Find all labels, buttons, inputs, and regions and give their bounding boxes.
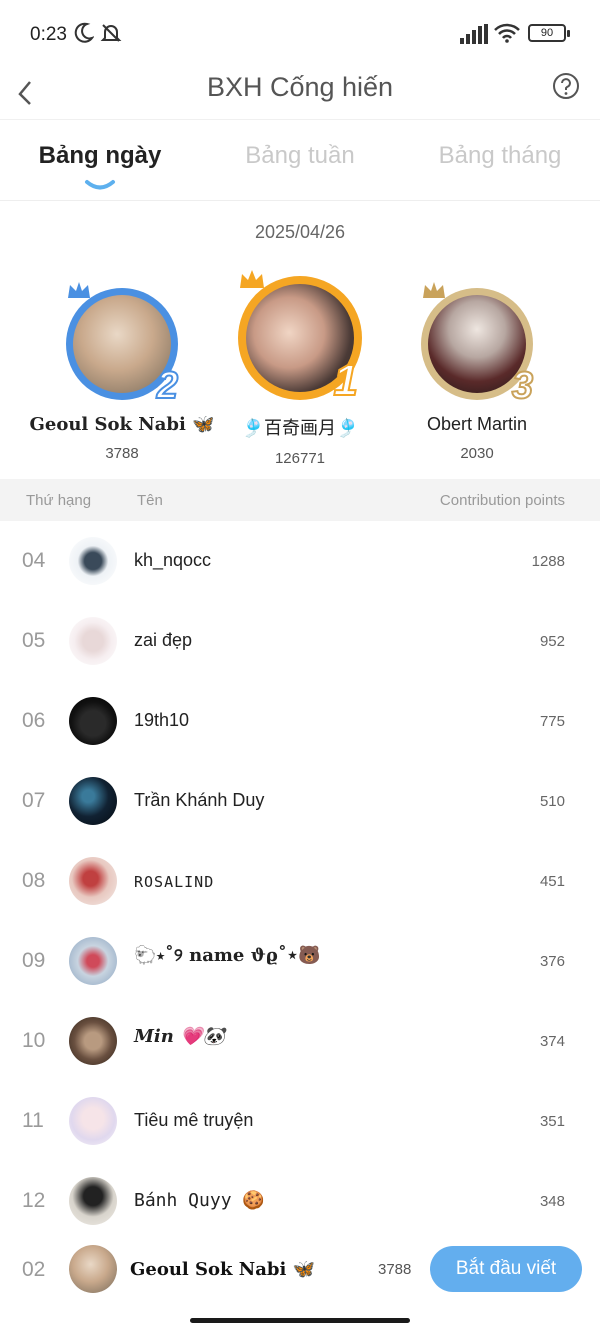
crown-icon bbox=[66, 280, 92, 305]
podium-score: 126771 bbox=[274, 450, 326, 467]
row-name: 🐑⋆˚୨ name ϑϱ˚⋆🐻 bbox=[134, 945, 321, 966]
list-item[interactable]: 04 kh_nqocc 1288 bbox=[0, 521, 600, 601]
tab-indicator bbox=[84, 178, 116, 196]
row-name: ROSALIND bbox=[134, 873, 215, 891]
column-rank: Thứ hạng bbox=[26, 492, 92, 509]
battery-icon: 90 bbox=[528, 24, 570, 42]
crown-icon bbox=[238, 268, 266, 295]
home-indicator bbox=[190, 1318, 410, 1323]
leaderboard-date: 2025/04/26 bbox=[254, 222, 346, 242]
avatar-ring-silver: 2 bbox=[66, 282, 179, 408]
row-name: zai đẹp bbox=[134, 630, 193, 650]
podium-name: 🎐百奇画月🎐 bbox=[241, 418, 359, 438]
wifi-icon bbox=[494, 23, 520, 48]
list-item[interactable]: 10 Min 💗🐼 374 bbox=[0, 1001, 600, 1081]
rank-badge: 3 bbox=[511, 364, 534, 408]
avatar bbox=[69, 937, 117, 985]
podium-name: Obert Martin bbox=[426, 414, 528, 434]
podium-third[interactable]: 3 Obert Martin 2030 bbox=[377, 282, 577, 462]
row-name: Tiêu mê truyện bbox=[134, 1110, 254, 1130]
podium-score: 3788 bbox=[105, 445, 139, 462]
list-item[interactable]: 11 Tiêu mê truyện 351 bbox=[0, 1081, 600, 1161]
avatar bbox=[69, 537, 117, 585]
crown-icon bbox=[421, 280, 447, 305]
status-bar: 0:23 90 bbox=[0, 0, 600, 68]
avatar bbox=[69, 857, 117, 905]
row-rank: 11 bbox=[22, 1109, 44, 1132]
list-header: Thứ hạng Tên Contribution points bbox=[0, 479, 600, 521]
row-rank: 12 bbox=[22, 1189, 46, 1212]
row-rank: 08 bbox=[22, 869, 46, 892]
tab-monthly[interactable]: Bảng tháng bbox=[400, 142, 600, 170]
podium-name: Geoul Sok Nabi 🦋 bbox=[29, 414, 215, 435]
podium: 2 Geoul Sok Nabi 🦋 3788 1 🎐百奇画月🎐 126771 … bbox=[0, 270, 600, 475]
list-item[interactable]: 09 🐑⋆˚୨ name ϑϱ˚⋆🐻 376 bbox=[0, 921, 600, 1001]
tab-daily[interactable]: Bảng ngày bbox=[0, 142, 200, 170]
my-name: Geoul Sok Nabi 🦋 bbox=[130, 1259, 315, 1280]
avatar-ring-bronze: 3 bbox=[421, 282, 534, 408]
leaderboard-list: 04 kh_nqocc 1288 05 zai đẹp 952 06 19th1… bbox=[0, 521, 600, 1241]
list-item[interactable]: 08 ROSALIND 451 bbox=[0, 841, 600, 921]
avatar-ring-gold: 1 bbox=[238, 270, 362, 406]
list-item[interactable]: 07 Trần Khánh Duy 510 bbox=[0, 761, 600, 841]
rank-badge: 2 bbox=[156, 364, 179, 408]
row-points: 376 bbox=[539, 953, 565, 970]
question-circle-icon[interactable] bbox=[552, 72, 580, 105]
row-rank: 07 bbox=[22, 789, 46, 812]
list-item[interactable]: 05 zai đẹp 952 bbox=[0, 601, 600, 681]
column-name: Tên bbox=[137, 492, 163, 509]
row-name: Trần Khánh Duy bbox=[134, 790, 265, 810]
avatar bbox=[69, 1017, 117, 1065]
list-item[interactable]: 06 19th10 775 bbox=[0, 681, 600, 761]
row-name: Bánh Quyy 🍪 bbox=[134, 1190, 265, 1211]
start-writing-button[interactable]: Bắt đầu viết bbox=[430, 1246, 582, 1292]
avatar bbox=[69, 1097, 117, 1145]
signal-icon bbox=[460, 24, 488, 49]
row-points: 374 bbox=[539, 1033, 565, 1050]
my-rank: 02 bbox=[22, 1258, 46, 1281]
row-rank: 09 bbox=[22, 949, 46, 972]
row-points: 351 bbox=[539, 1113, 565, 1130]
list-item[interactable]: 12 Bánh Quyy 🍪 348 bbox=[0, 1161, 600, 1241]
status-time: 0:23 bbox=[30, 24, 67, 45]
row-points: 775 bbox=[539, 713, 565, 730]
row-name: kh_nqocc bbox=[134, 550, 212, 570]
tab-weekly[interactable]: Bảng tuần bbox=[200, 142, 400, 170]
row-rank: 06 bbox=[22, 709, 46, 732]
avatar bbox=[69, 697, 117, 745]
row-points: 451 bbox=[539, 873, 565, 890]
row-name: 19th10 bbox=[134, 710, 190, 730]
podium-first[interactable]: 1 🎐百奇画月🎐 126771 bbox=[200, 270, 400, 467]
row-points: 952 bbox=[539, 633, 565, 650]
nav-bar: BXH Cống hiến bbox=[0, 60, 600, 120]
avatar bbox=[69, 1177, 117, 1225]
moon-icon bbox=[74, 22, 95, 49]
row-rank: 10 bbox=[22, 1029, 46, 1052]
period-tabs: Bảng ngày Bảng tuần Bảng tháng bbox=[0, 120, 600, 201]
avatar bbox=[69, 777, 117, 825]
podium-score: 2030 bbox=[460, 445, 494, 462]
row-name: Min 💗🐼 bbox=[134, 1026, 225, 1047]
avatar bbox=[69, 1245, 117, 1293]
row-rank: 04 bbox=[22, 549, 46, 572]
row-rank: 05 bbox=[22, 629, 46, 652]
column-points: Contribution points bbox=[439, 492, 565, 509]
my-points: 3788 bbox=[378, 1261, 412, 1278]
avatar bbox=[69, 617, 117, 665]
row-points: 348 bbox=[539, 1193, 565, 1210]
row-points: 510 bbox=[539, 793, 565, 810]
page-title: BXH Cống hiến bbox=[206, 72, 394, 102]
rank-badge: 1 bbox=[332, 355, 359, 406]
podium-second[interactable]: 2 Geoul Sok Nabi 🦋 3788 bbox=[22, 282, 222, 462]
bell-off-icon bbox=[100, 22, 122, 49]
my-rank-bar: 02 Geoul Sok Nabi 🦋 3788 Bắt đầu viết bbox=[0, 1240, 600, 1302]
row-points: 1288 bbox=[531, 553, 565, 570]
